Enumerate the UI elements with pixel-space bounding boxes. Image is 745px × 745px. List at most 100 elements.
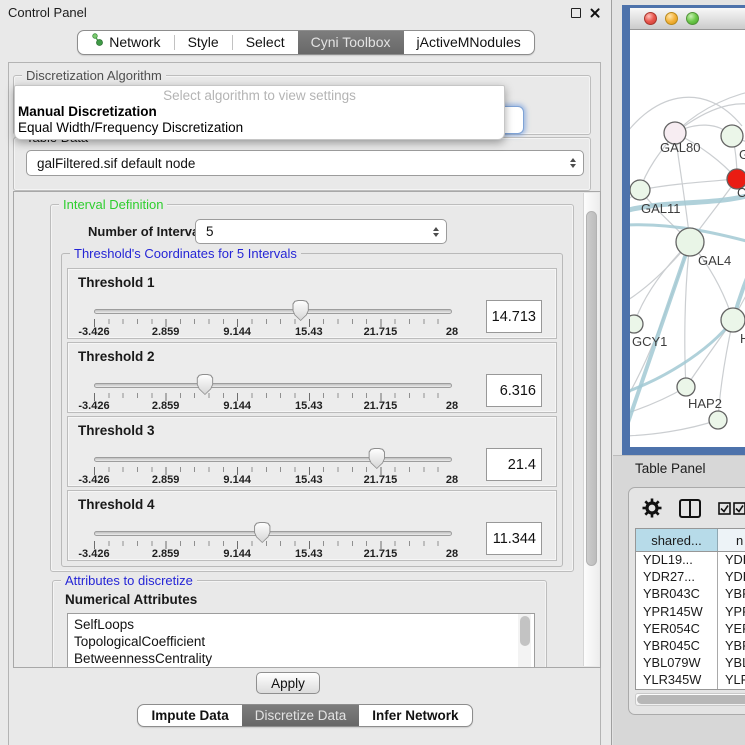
slider-thumb[interactable] [254, 522, 271, 543]
network-node-label: G [739, 147, 745, 162]
attributes-scrollbar-thumb[interactable] [520, 616, 530, 646]
tick-label: 2.859 [152, 400, 180, 412]
table-row[interactable]: YDL19...YDL1 [636, 552, 745, 569]
cell-shared-name: YPR145W [636, 604, 718, 621]
tab-infer-network[interactable]: Infer Network [359, 705, 471, 726]
slider-thumb[interactable] [196, 374, 213, 395]
table-row[interactable]: YBR043CYBR0 [636, 586, 745, 603]
network-canvas[interactable]: GAL80GCGAL11GAL4GCY1HHAP2 [630, 30, 745, 447]
top-tabs-segmented-control: Network Style Select Cyni Toolbox jActiveMNo… [77, 30, 535, 55]
tick-label: 28 [446, 548, 458, 560]
cell-name: YBR0 [718, 638, 745, 655]
split-columns-icon[interactable] [679, 499, 701, 518]
tab-select[interactable]: Select [233, 31, 298, 54]
network-edge[interactable] [634, 242, 690, 324]
algorithm-popup-items: Manual DiscretizationEqual Width/Frequen… [15, 104, 504, 136]
table-row[interactable]: YLR345WYLR3 [636, 672, 745, 689]
select-columns-checkboxes-icon[interactable] [718, 502, 745, 515]
apply-button[interactable]: Apply [256, 672, 320, 694]
algorithm-popup-item[interactable]: Manual Discretization [15, 104, 504, 120]
network-node-hap2[interactable] [677, 378, 695, 396]
panel-scrollbar[interactable] [583, 193, 599, 666]
network-node-node-bottom[interactable] [709, 411, 727, 429]
number-of-intervals-combobox[interactable]: 5 [195, 219, 447, 244]
slider-track[interactable] [94, 383, 452, 388]
network-node-gal4[interactable] [676, 228, 704, 256]
tab-discretize-data[interactable]: Discretize Data [242, 705, 360, 726]
threshold-slider[interactable]: -3.4262.8599.14415.4321.71528 [94, 417, 452, 488]
tab-cyni-toolbox[interactable]: Cyni Toolbox [298, 31, 404, 54]
close-icon[interactable] [589, 7, 601, 19]
table-data-group: Table Data galFiltered.sif default node [13, 137, 591, 191]
tab-style[interactable]: Style [175, 31, 232, 54]
numerical-attributes-list[interactable]: SelfLoopsTopologicalCoefficientBetweenne… [67, 613, 535, 668]
slider-tick-labels: -3.4262.8599.14415.4321.71528 [94, 400, 452, 413]
network-node-node-h[interactable] [721, 308, 745, 332]
panel-scrollbar-thumb[interactable] [586, 211, 597, 566]
network-graph[interactable]: GAL80GCGAL11GAL4GCY1HHAP2 [630, 30, 745, 447]
slider-thumb[interactable] [292, 300, 309, 321]
attributes-list-scrollbar[interactable] [518, 614, 531, 668]
threshold-value-field[interactable] [486, 374, 542, 407]
network-edge[interactable] [640, 179, 737, 190]
slider-track[interactable] [94, 457, 452, 462]
tab-label: Cyni Toolbox [311, 31, 391, 54]
spinner-arrows-icon[interactable] [433, 227, 439, 237]
threshold-slider[interactable]: -3.4262.8599.14415.4321.71528 [94, 491, 452, 562]
slider-thumb[interactable] [368, 448, 385, 469]
tick-label: 15.43 [295, 474, 323, 486]
attribute-list-item[interactable]: BetweennessCentrality [74, 650, 534, 667]
network-icon [91, 31, 104, 54]
threshold-box: Threshold 3 -3.4262.8599.14415.4321.7152… [67, 416, 557, 487]
tab-network[interactable]: Network [78, 31, 173, 54]
cell-name: YLR3 [718, 672, 745, 689]
column-header-shared-name[interactable]: shared... [636, 529, 718, 551]
control-panel-window: Control Panel NetworkStyleSelectCyni Too… [0, 0, 612, 745]
threshold-value-field[interactable] [486, 522, 542, 555]
tab-label: Impute Data [151, 705, 228, 726]
threshold-slider[interactable]: -3.4262.8599.14415.4321.71528 [94, 343, 452, 414]
attribute-list-item[interactable]: SelfLoops [74, 616, 534, 633]
table-horizontal-scrollbar[interactable] [635, 693, 745, 706]
tick-label: 21.715 [364, 400, 398, 412]
table-hscrollbar-thumb[interactable] [637, 695, 745, 704]
network-node-node-g[interactable] [721, 125, 743, 147]
network-window-titlebar[interactable] [630, 8, 745, 30]
tab-impute-data[interactable]: Impute Data [138, 705, 241, 726]
slider-track[interactable] [94, 531, 452, 536]
table-row[interactable]: YBR045CYBR0 [636, 638, 745, 655]
tick-label: 21.715 [364, 474, 398, 486]
top-tab-bar: Network Style Select Cyni Toolbox jActiveMNo… [0, 30, 612, 55]
thresholds-group: Threshold's Coordinates for 5 Intervals … [61, 253, 563, 567]
table-panel-title: Table Panel [635, 461, 706, 476]
attribute-list-item[interactable]: TopologicalCoefficient [74, 633, 534, 650]
network-edge[interactable] [685, 242, 690, 387]
table-data-combobox[interactable]: galFiltered.sif default node [26, 150, 584, 176]
network-edge[interactable] [630, 420, 718, 436]
close-traffic-light-icon[interactable] [644, 12, 657, 25]
minimize-traffic-light-icon[interactable] [665, 12, 678, 25]
slider-track[interactable] [94, 309, 452, 314]
tab-jactivemnodules[interactable]: jActiveMNodules [404, 31, 534, 54]
network-node-gal11[interactable] [630, 180, 650, 200]
float-window-icon[interactable] [571, 8, 581, 18]
spinner-arrows-icon[interactable] [570, 158, 576, 168]
cell-name: YPR1 [718, 604, 745, 621]
table-row[interactable]: YER054CYER0 [636, 621, 745, 638]
threshold-slider[interactable]: -3.4262.8599.14415.4321.71528 [94, 269, 452, 340]
table-row[interactable]: YIL052CYIL0 [636, 690, 745, 691]
network-node-gcy1[interactable] [630, 315, 643, 333]
zoom-traffic-light-icon[interactable] [686, 12, 699, 25]
gear-icon[interactable] [642, 498, 662, 518]
table-row[interactable]: YDR27...YDR2 [636, 569, 745, 586]
tab-label: Style [188, 31, 219, 54]
threshold-value-field[interactable] [486, 300, 542, 333]
threshold-value-field[interactable] [486, 448, 542, 481]
table-row[interactable]: YBL079WYBL0 [636, 655, 745, 672]
table-row[interactable]: YPR145WYPR1 [636, 604, 745, 621]
column-header-name[interactable]: n [718, 529, 745, 551]
algorithm-popup-item[interactable]: Equal Width/Frequency Discretization [15, 120, 504, 136]
network-edge[interactable] [733, 232, 745, 320]
cell-name: YIL0 [718, 690, 745, 691]
slider-thumb-face [197, 375, 212, 394]
